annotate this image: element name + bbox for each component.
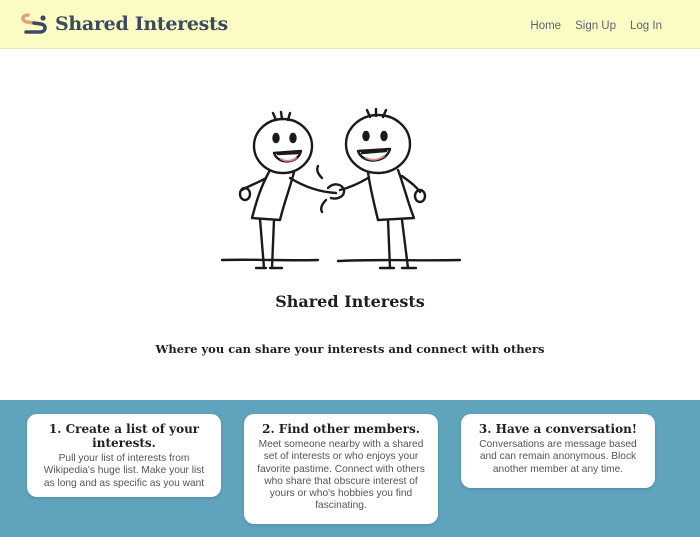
brand-name: Shared Interests [55, 13, 228, 35]
feature-card-conversation: 3. Have a conversation! Conversations ar… [461, 414, 655, 488]
features-section: 1. Create a list of your interests. Pull… [0, 400, 700, 537]
feature-card-title: 1. Create a list of your interests. [48, 422, 200, 450]
feature-card-text: Meet someone nearby with a shared set of… [257, 439, 425, 512]
feature-card-text: Conversations are message based and can … [479, 439, 637, 475]
brand-link[interactable]: Shared Interests [18, 9, 228, 39]
hero-title: Shared Interests [275, 292, 425, 311]
feature-card-create-list: 1. Create a list of your interests. Pull… [27, 414, 221, 497]
nav-link-sign-up[interactable]: Sign Up [575, 20, 616, 32]
nav-link-home[interactable]: Home [530, 20, 561, 32]
nav-link-log-in[interactable]: Log In [630, 20, 662, 32]
hero-subtitle: Where you can share your interests and c… [155, 342, 545, 356]
handshake-illustration [220, 108, 462, 270]
feature-card-text: Pull your list of interests from Wikiped… [43, 453, 205, 489]
feature-card-title: 2. Find other members. [262, 422, 420, 436]
navbar: Shared Interests Home Sign Up Log In [0, 0, 700, 49]
nav-links: Home Sign Up Log In [530, 20, 662, 32]
feature-card-find-members: 2. Find other members. Meet someone near… [244, 414, 438, 524]
feature-card-title: 3. Have a conversation! [478, 422, 638, 436]
brand-logo-icon [21, 13, 47, 34]
